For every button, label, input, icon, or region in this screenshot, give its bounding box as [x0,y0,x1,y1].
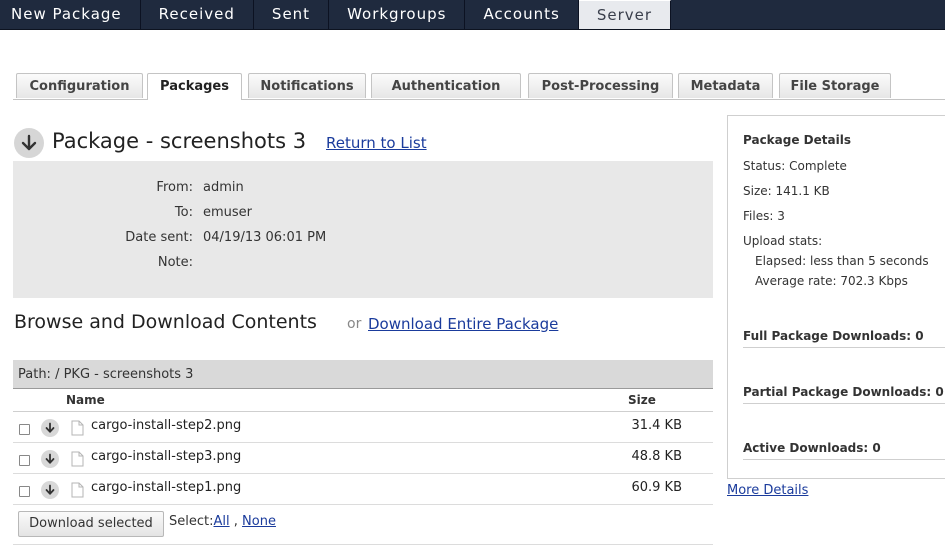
return-to-list-link[interactable]: Return to List [326,134,427,152]
elapsed-text: Elapsed: less than 5 seconds [755,254,929,268]
download-arrow-icon[interactable] [41,481,59,499]
download-selected-button[interactable]: Download selected [18,511,164,537]
nav-sent[interactable]: Sent [254,0,330,29]
partial-downloads-text: Partial Package Downloads: 0 [743,385,944,399]
status-text: Status: Complete [743,159,847,173]
select-controls: Select:All , None [169,514,276,529]
select-separator: , [233,514,238,529]
path-bar: Path: / PKG - screenshots 3 [13,360,713,389]
file-size: 60.9 KB [631,480,682,495]
date-sent-value: 04/19/13 06:01 PM [203,230,327,245]
upload-stats-label: Upload stats: [743,234,823,248]
nav-server[interactable]: Server [578,0,672,29]
tab-authentication[interactable]: Authentication [371,73,521,98]
nav-accounts[interactable]: Accounts [465,0,579,29]
files-count-text: Files: 3 [743,209,785,223]
more-details-link[interactable]: More Details [727,483,808,498]
select-none-link[interactable]: None [242,514,276,529]
tab-configuration[interactable]: Configuration [16,73,143,98]
download-arrow-icon[interactable] [41,450,59,468]
details-divider [743,403,945,404]
file-checkbox[interactable] [19,486,30,497]
nav-new-package[interactable]: New Package [0,0,141,29]
package-meta: From: admin To: emuser Date sent: 04/19/… [13,161,713,298]
or-text: or [347,316,362,332]
bottom-divider [13,544,713,545]
from-label: From: [156,180,193,195]
download-arrow-icon[interactable] [41,419,59,437]
note-label: Note: [157,255,193,270]
tab-packages[interactable]: Packages [147,73,242,100]
package-title: Package - screenshots 3 [52,129,307,153]
average-rate-text: Average rate: 702.3 Kbps [755,274,908,288]
date-sent-label: Date sent: [125,230,193,245]
file-icon [71,420,84,440]
file-icon [71,482,84,502]
tab-notifications[interactable]: Notifications [248,73,366,98]
file-name[interactable]: cargo-install-step1.png [91,480,241,495]
details-divider [743,347,945,348]
file-checkbox[interactable] [19,424,30,435]
package-details-panel: Package Details Status: Complete Size: 1… [727,115,945,479]
nav-received[interactable]: Received [141,0,254,29]
package-download-icon [14,128,44,158]
tab-metadata[interactable]: Metadata [678,73,773,98]
column-name-header[interactable]: Name [66,393,105,407]
to-value: emuser [203,205,253,220]
file-row: cargo-install-step2.png 31.4 KB [13,412,713,443]
download-entire-package-link[interactable]: Download Entire Package [368,315,558,333]
from-value: admin [203,180,244,195]
file-size: 31.4 KB [631,418,682,433]
nav-workgroups[interactable]: Workgroups [329,0,466,29]
file-icon [71,451,84,471]
details-divider [743,459,945,460]
column-size-header[interactable]: Size [628,393,656,407]
file-row: cargo-install-step1.png 60.9 KB [13,474,713,505]
select-all-link[interactable]: All [213,514,229,529]
select-label: Select: [169,514,214,529]
full-downloads-text: Full Package Downloads: 0 [743,329,924,343]
section-tabs: Configuration Packages Notifications Aut… [13,73,945,100]
top-nav: New Package Received Sent Workgroups Acc… [0,0,945,30]
to-label: To: [174,205,193,220]
size-text: Size: 141.1 KB [743,184,830,198]
file-name[interactable]: cargo-install-step2.png [91,418,241,433]
tab-file-storage[interactable]: File Storage [779,73,891,98]
browse-title: Browse and Download Contents [14,311,317,333]
package-details-heading: Package Details [743,133,851,147]
active-downloads-text: Active Downloads: 0 [743,441,881,455]
file-row: cargo-install-step3.png 48.8 KB [13,443,713,474]
file-checkbox[interactable] [19,455,30,466]
tab-post-processing[interactable]: Post-Processing [528,73,673,98]
file-size: 48.8 KB [631,449,682,464]
file-name[interactable]: cargo-install-step3.png [91,449,241,464]
